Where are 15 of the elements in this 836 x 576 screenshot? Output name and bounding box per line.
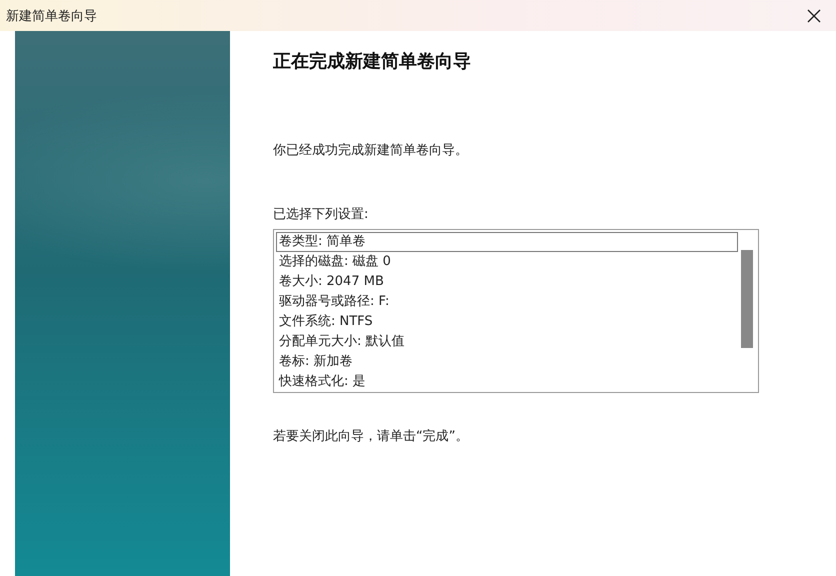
list-item[interactable]: 快速格式化: 是 bbox=[276, 372, 738, 392]
settings-label: 已选择下列设置: bbox=[273, 206, 370, 223]
list-item[interactable]: 分配单元大小: 默认值 bbox=[276, 332, 738, 352]
list-item[interactable]: 选择的磁盘: 磁盘 0 bbox=[276, 252, 738, 272]
list-item[interactable]: 卷类型: 简单卷 bbox=[276, 232, 738, 252]
list-item[interactable]: 卷标: 新加卷 bbox=[276, 352, 738, 372]
footer-text: 若要关闭此向导，请单击“完成”。 bbox=[273, 428, 470, 445]
intro-text: 你已经成功完成新建简单卷向导。 bbox=[273, 142, 469, 159]
list-item[interactable]: 卷大小: 2047 MB bbox=[276, 272, 738, 292]
window-title: 新建简单卷向导 bbox=[6, 8, 97, 24]
wizard-heading: 正在完成新建简单卷向导 bbox=[273, 50, 472, 73]
scrollbar-thumb[interactable] bbox=[741, 250, 753, 348]
list-item[interactable]: 文件系统: NTFS bbox=[276, 312, 738, 332]
close-icon bbox=[807, 8, 821, 22]
list-item[interactable]: 驱动器号或路径: F: bbox=[276, 292, 738, 312]
